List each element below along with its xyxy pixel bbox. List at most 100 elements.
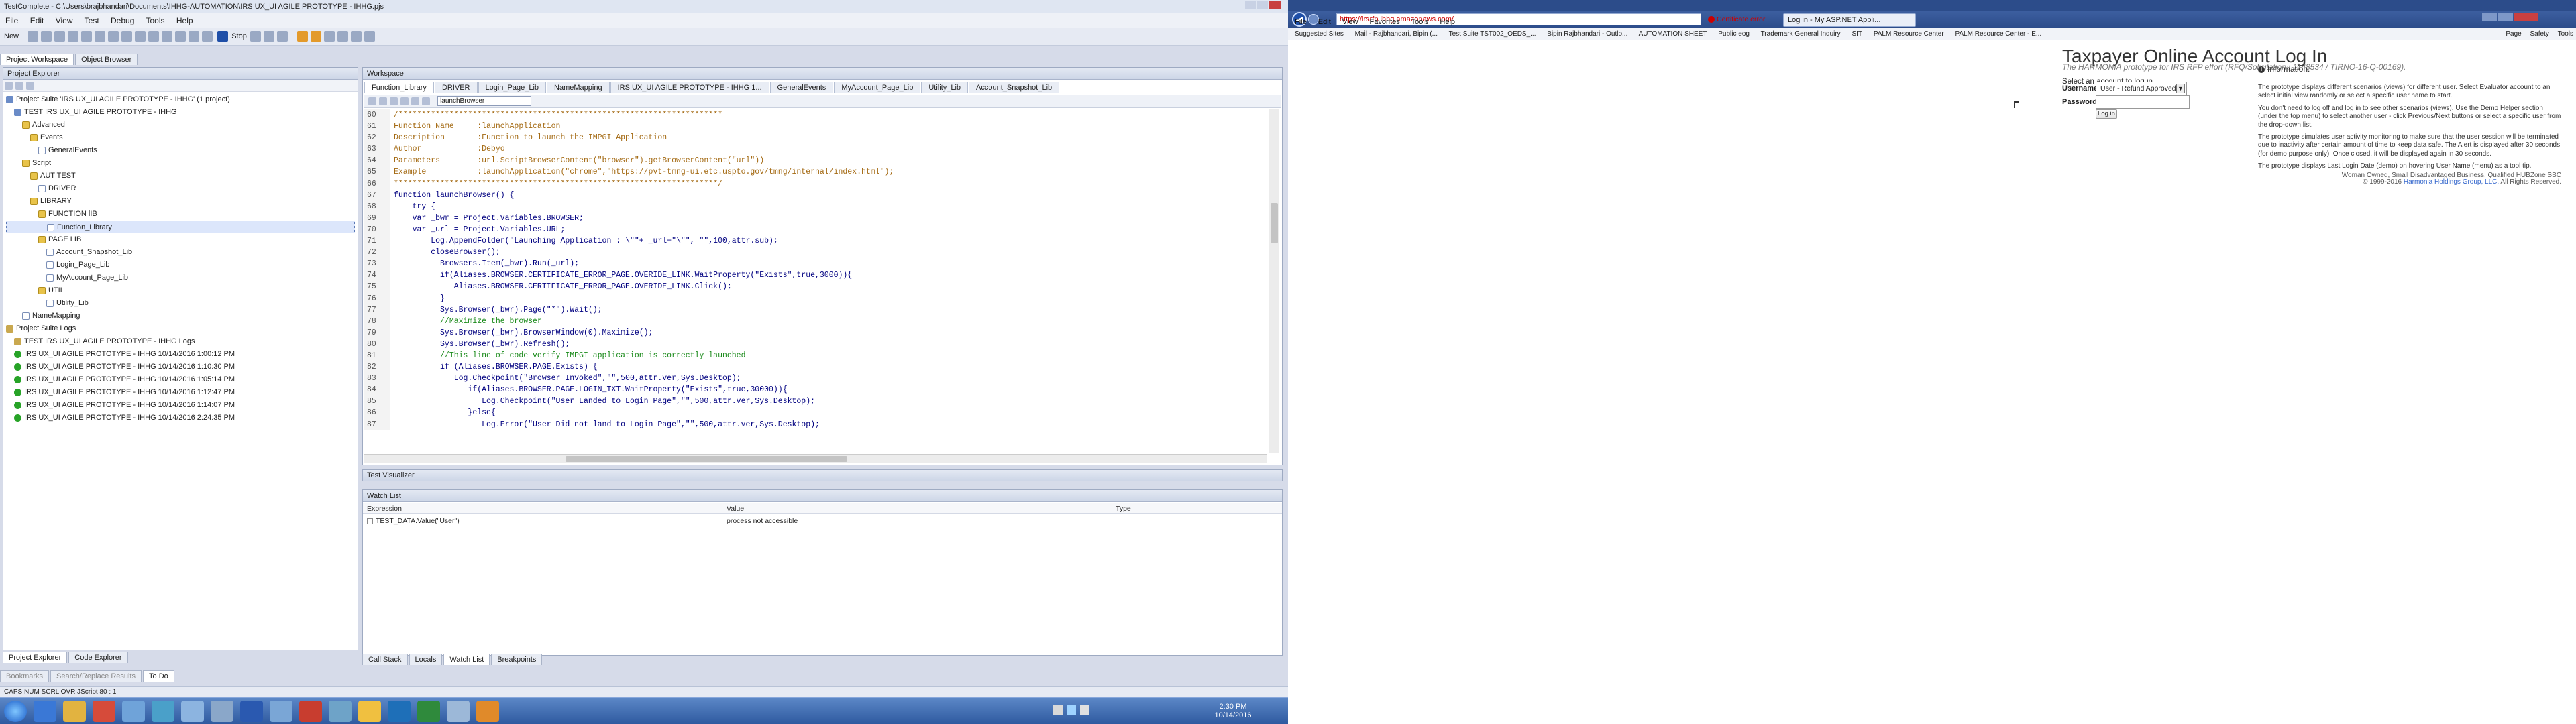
tab-object-browser[interactable]: Object Browser xyxy=(75,54,138,65)
step-over-icon[interactable] xyxy=(250,31,261,42)
tree-item[interactable]: IRS UX_UI AGILE PROTOTYPE - IHHG 10/14/2… xyxy=(6,399,355,412)
menu-view[interactable]: View xyxy=(56,16,73,25)
code-line[interactable]: 64 Parameters :url.ScriptBrowserContent("… xyxy=(364,155,1267,167)
tree-item[interactable]: PAGE LIB xyxy=(6,233,355,246)
volume-icon[interactable] xyxy=(1080,705,1089,715)
editor-tab[interactable]: Function_Library xyxy=(364,82,434,93)
menu-tools[interactable]: Tools xyxy=(146,16,165,25)
code-line[interactable]: 75 Aliases.BROWSER.CERTIFICATE_ERROR_PAG… xyxy=(364,281,1267,293)
window-controls[interactable] xyxy=(1245,1,1285,11)
tree-item[interactable]: Account_Snapshot_Lib xyxy=(6,246,355,259)
code-line[interactable]: 62 Description :Function to launch the IM… xyxy=(364,132,1267,144)
tree-item[interactable]: GeneralEvents xyxy=(6,144,355,157)
password-field[interactable] xyxy=(2096,95,2190,109)
excel-taskbar-icon[interactable] xyxy=(417,701,440,722)
page-menu[interactable]: Page xyxy=(2506,30,2521,38)
find-icon[interactable] xyxy=(148,31,160,42)
app-3-taskbar-icon[interactable] xyxy=(181,701,204,722)
watch-row-expression[interactable]: TEST_DATA.Value("User") xyxy=(367,517,460,525)
tab-breakpoints[interactable]: Breakpoints xyxy=(491,654,543,665)
watch-icon[interactable] xyxy=(310,31,321,42)
outdent-icon[interactable] xyxy=(400,97,409,105)
explorer-tool-3-icon[interactable] xyxy=(26,81,34,90)
tree-item[interactable]: Utility_Lib xyxy=(6,297,355,310)
tree-item[interactable]: DRIVER xyxy=(6,182,355,195)
lync-taskbar-icon[interactable] xyxy=(388,701,411,722)
watch-col-expression[interactable]: Expression xyxy=(367,505,402,513)
editor-tab[interactable]: Account_Snapshot_Lib xyxy=(969,82,1060,93)
tree-item[interactable]: Advanced xyxy=(6,119,355,131)
tab-code-explorer[interactable]: Code Explorer xyxy=(68,652,128,663)
watch-col-type[interactable]: Type xyxy=(1116,505,1131,513)
code-line[interactable]: 74 if(Aliases.BROWSER.CERTIFICATE_ERROR_… xyxy=(364,269,1267,282)
menu-help[interactable]: Help xyxy=(176,16,193,25)
code-line[interactable]: 63 Author :Debyo xyxy=(364,143,1267,156)
tree-item[interactable]: IRS UX_UI AGILE PROTOTYPE - IHHG 10/14/2… xyxy=(6,412,355,424)
tree-item[interactable]: LIBRARY xyxy=(6,195,355,208)
tree-item[interactable]: UTIL xyxy=(6,284,355,297)
code-line[interactable]: 84 if(Aliases.BROWSER.PAGE.LOGIN_TXT.Wai… xyxy=(364,384,1267,396)
explorer-tool-2-icon[interactable] xyxy=(15,81,23,90)
tab-search-results[interactable]: Search/Replace Results xyxy=(50,670,142,682)
breakpoint-icon[interactable] xyxy=(297,31,308,42)
harmonia-link[interactable]: Harmonia Holdings Group, LLC. xyxy=(2404,178,2499,186)
network-icon[interactable] xyxy=(1067,705,1076,715)
menu-file[interactable]: File xyxy=(1295,18,1307,26)
code-line[interactable]: 65 Example :launchApplication("chrome","h… xyxy=(364,166,1267,178)
cut-icon[interactable] xyxy=(95,31,106,42)
editor-tab[interactable]: Login_Page_Lib xyxy=(478,82,547,93)
tree-item[interactable]: Function_Library xyxy=(6,221,355,233)
acrobat-taskbar-icon[interactable] xyxy=(299,701,322,722)
back-icon[interactable] xyxy=(368,97,376,105)
fav-automation-sheet[interactable]: AUTOMATION SHEET xyxy=(1639,30,1707,38)
tree-item[interactable]: Events xyxy=(6,131,355,144)
minimize-icon[interactable] xyxy=(1245,1,1256,9)
clock-time[interactable]: 2:30 PM xyxy=(1213,703,1253,711)
run-icon[interactable] xyxy=(189,31,200,42)
code-line[interactable]: 69 var _bwr = Project.Variables.BROWSER; xyxy=(364,212,1267,224)
comment-icon[interactable] xyxy=(411,97,419,105)
tab-to-do[interactable]: To Do xyxy=(143,670,174,682)
code-line[interactable]: 80 Sys.Browser(_bwr).Refresh(); xyxy=(364,338,1267,350)
layout-icon[interactable] xyxy=(323,31,335,42)
record-icon[interactable] xyxy=(175,31,186,42)
tab-watch-list[interactable]: Watch List xyxy=(443,654,490,665)
code-line[interactable]: 70 var _url = Project.Variables.URL; xyxy=(364,223,1267,236)
login-button[interactable]: Log in xyxy=(2096,109,2117,119)
code-line[interactable]: 73 Browsers.Item(_bwr).Run(_url); xyxy=(364,258,1267,270)
tree-item[interactable]: FUNCTION lIB xyxy=(6,208,355,221)
menu-test[interactable]: Test xyxy=(85,16,99,25)
code-line[interactable]: 85 Log.Checkpoint("User Landed to Login … xyxy=(364,396,1267,408)
open-icon[interactable] xyxy=(28,31,39,42)
paste-icon[interactable] xyxy=(121,31,133,42)
ie-taskbar-icon[interactable] xyxy=(34,701,56,722)
step-into-icon[interactable] xyxy=(263,31,274,42)
fav-suggested-sites[interactable]: Suggested Sites xyxy=(1295,30,1344,38)
delete-icon[interactable] xyxy=(135,31,146,42)
menu-file[interactable]: File xyxy=(5,16,18,25)
code-line[interactable]: 76 } xyxy=(364,292,1267,304)
pause-icon[interactable] xyxy=(202,31,213,42)
tab-project-workspace[interactable]: Project Workspace xyxy=(0,54,74,65)
stop-icon[interactable] xyxy=(217,31,229,42)
save-icon[interactable] xyxy=(41,31,52,42)
layout-3-icon[interactable] xyxy=(350,31,362,42)
tree-item[interactable]: IRS UX_UI AGILE PROTOTYPE - IHHG 10/14/2… xyxy=(6,386,355,399)
vscroll-thumb[interactable] xyxy=(1271,203,1278,243)
code-editor[interactable]: 60 /*************************************… xyxy=(364,109,1267,452)
tree-item[interactable]: AUT TEST xyxy=(6,170,355,182)
code-horizontal-scrollbar[interactable] xyxy=(364,454,1267,463)
menu-view[interactable]: View xyxy=(1342,18,1358,26)
tree-item[interactable]: TEST IRS UX_UI AGILE PROTOTYPE - IHHG xyxy=(6,106,355,119)
code-line[interactable]: 83 Log.Checkpoint("Browser Invoked","",5… xyxy=(364,373,1267,385)
app-4-taskbar-icon[interactable] xyxy=(270,701,292,722)
close-icon[interactable] xyxy=(1269,1,1281,9)
code-line[interactable]: 81 //This line of code verify IMPGI appl… xyxy=(364,349,1267,362)
start-button-icon[interactable] xyxy=(4,701,27,722)
save-all-icon[interactable] xyxy=(54,31,66,42)
layout-2-icon[interactable] xyxy=(337,31,348,42)
fav-sit[interactable]: SIT xyxy=(1851,30,1862,38)
tree-item[interactable]: IRS UX_UI AGILE PROTOTYPE - IHHG 10/14/2… xyxy=(6,348,355,361)
tools-menu[interactable]: Tools xyxy=(2558,30,2573,38)
app-6-taskbar-icon[interactable] xyxy=(447,701,470,722)
